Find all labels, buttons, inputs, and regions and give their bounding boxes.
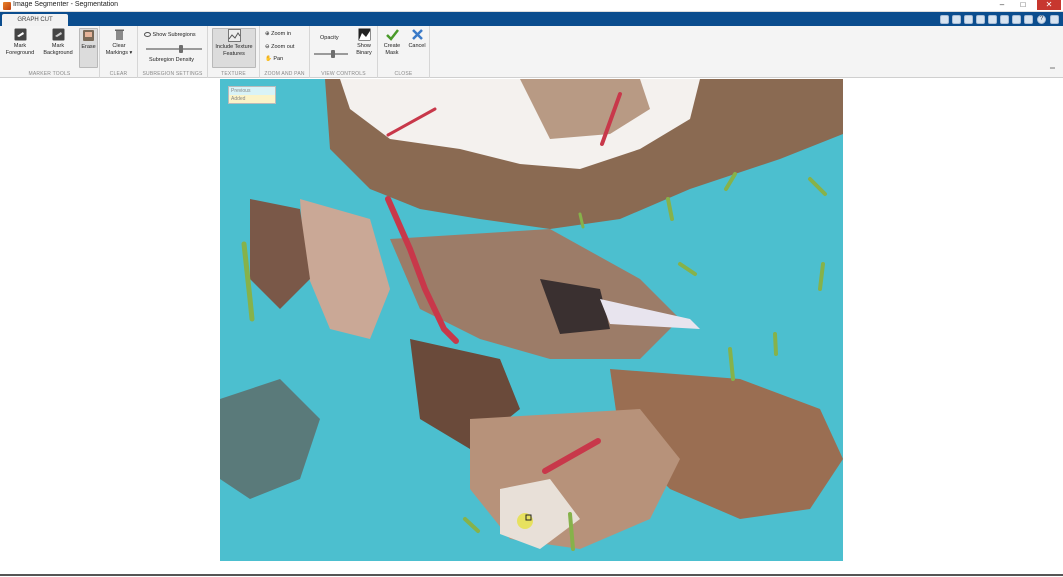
clear-markings-line1: Clear — [112, 43, 126, 49]
save-icon[interactable] — [952, 15, 961, 24]
matlab-app-icon — [3, 2, 11, 10]
close-window-button[interactable]: ✕ — [1037, 0, 1061, 10]
show-binary-line1: Show — [357, 43, 371, 49]
collapse-ribbon-icon[interactable]: ═ — [1050, 65, 1055, 72]
section-marker-tools: Mark Foreground Mark Background Erase MA… — [0, 26, 100, 78]
opacity-slider[interactable] — [314, 50, 348, 58]
section-label-marker-tools: MARKER TOOLS — [28, 71, 71, 77]
include-texture-line2: Features — [223, 51, 245, 57]
clear-markings-button[interactable]: Clear Markings ▾ — [102, 28, 136, 57]
opacity-slider-thumb[interactable] — [331, 50, 335, 58]
refresh-icon[interactable] — [1024, 15, 1033, 24]
image-segmenter-window: Image Segmenter - Segmentation – □ ✕ GRA… — [0, 0, 1063, 577]
include-texture-line1: Include Texture — [215, 44, 253, 50]
mark-background-icon — [52, 28, 64, 41]
title-bar: Image Segmenter - Segmentation – □ ✕ — [0, 0, 1063, 12]
clear-markings-line2: Markings ▾ — [105, 50, 133, 56]
create-mask-button[interactable]: Create Mask — [380, 28, 404, 57]
checkmark-icon — [385, 29, 399, 41]
zoom-in-button[interactable]: ⊕ Zoom in — [265, 30, 291, 38]
mark-background-button[interactable]: Mark Background — [40, 28, 76, 57]
hand-icon: ✋ — [265, 56, 272, 62]
texture-icon — [227, 29, 241, 42]
zoom-in-icon: ⊕ — [265, 31, 270, 37]
image-canvas-area: Previous Added — [0, 79, 1063, 577]
mark-foreground-line1: Mark — [13, 43, 27, 49]
pan-label: Pan — [273, 56, 284, 62]
cancel-button[interactable]: Cancel — [405, 28, 429, 50]
show-subregions-toggle[interactable]: Show Subregions — [144, 31, 196, 39]
undo-icon[interactable] — [964, 15, 973, 24]
cut-icon[interactable] — [988, 15, 997, 24]
subregion-density-label: Subregion Density — [149, 57, 194, 63]
show-binary-line2: Binary — [356, 50, 372, 56]
cancel-x-icon — [411, 29, 423, 40]
section-label-view-controls: VIEW CONTROLS — [321, 71, 366, 77]
legend-previous: Previous — [229, 87, 275, 95]
segmentation-image[interactable]: Previous Added — [220, 79, 843, 561]
zoom-in-label: Zoom in — [271, 31, 292, 37]
paste-icon[interactable] — [1012, 15, 1021, 24]
opacity-label: Opacity — [320, 35, 339, 41]
legend-added: Added — [229, 95, 275, 103]
section-subregion-settings: Show Subregions Subregion Density SUBREG… — [138, 26, 208, 78]
zoom-out-icon: ⊖ — [265, 44, 270, 50]
ribbon-toolstrip: Mark Foreground Mark Background Erase MA… — [0, 26, 1063, 78]
section-label-close: CLOSE — [394, 71, 413, 77]
eye-icon — [144, 32, 151, 38]
section-label-texture: TEXTURE — [221, 71, 246, 77]
status-divider — [0, 574, 1063, 576]
show-subregions-label: Show Subregions — [152, 32, 196, 38]
mark-foreground-icon — [14, 28, 26, 41]
mark-background-line2: Background — [43, 50, 73, 56]
dock-icon[interactable] — [1050, 15, 1059, 24]
show-binary-button[interactable]: Show Binary — [352, 28, 376, 57]
trash-icon — [114, 29, 124, 40]
satellite-image-overlay — [220, 79, 843, 561]
maximize-button[interactable]: □ — [1014, 0, 1032, 10]
marker-legend: Previous Added — [228, 86, 276, 104]
erase-button[interactable]: Erase — [79, 28, 98, 68]
eraser-icon — [83, 30, 94, 41]
zoom-out-button[interactable]: ⊖ Zoom out — [265, 43, 294, 51]
binary-image-icon — [358, 28, 370, 41]
minimize-button[interactable]: – — [993, 0, 1011, 10]
section-texture: Include Texture Features TEXTURE — [208, 26, 260, 78]
cancel-label: Cancel — [408, 43, 426, 49]
erase-label: Erase — [81, 44, 96, 50]
section-label-clear: CLEAR — [109, 71, 128, 77]
section-zoom-and-pan: ⊕ Zoom in ⊖ Zoom out ✋ Pan ZOOM AND PAN — [260, 26, 310, 78]
tab-graph-cut[interactable]: GRAPH CUT — [2, 14, 68, 26]
copy-icon[interactable] — [1000, 15, 1009, 24]
ribbon-tab-strip: GRAPH CUT ? — [0, 12, 1063, 26]
slider-thumb[interactable] — [179, 45, 183, 53]
mark-background-line1: Mark — [51, 43, 65, 49]
layout-icon[interactable] — [940, 15, 949, 24]
section-label-subregion-settings: SUBREGION SETTINGS — [142, 71, 203, 77]
section-label-zoom-and-pan: ZOOM AND PAN — [264, 71, 305, 77]
mark-foreground-button[interactable]: Mark Foreground — [2, 28, 38, 57]
zoom-out-label: Zoom out — [271, 44, 295, 50]
pan-button[interactable]: ✋ Pan — [265, 55, 283, 63]
create-mask-line1: Create — [383, 43, 401, 49]
create-mask-line2: Mask — [385, 50, 399, 56]
section-clear: Clear Markings ▾ CLEAR — [100, 26, 138, 78]
mark-foreground-line2: Foreground — [5, 50, 35, 56]
section-view-controls: Opacity Show Binary VIEW CONTROLS — [310, 26, 378, 78]
window-title: Image Segmenter - Segmentation — [13, 1, 119, 8]
redo-icon[interactable] — [976, 15, 985, 24]
include-texture-features-button[interactable]: Include Texture Features — [212, 28, 256, 68]
subregion-density-slider[interactable] — [146, 45, 202, 53]
help-icon[interactable]: ? — [1037, 15, 1046, 24]
section-close: Create Mask Cancel CLOSE — [378, 26, 430, 78]
